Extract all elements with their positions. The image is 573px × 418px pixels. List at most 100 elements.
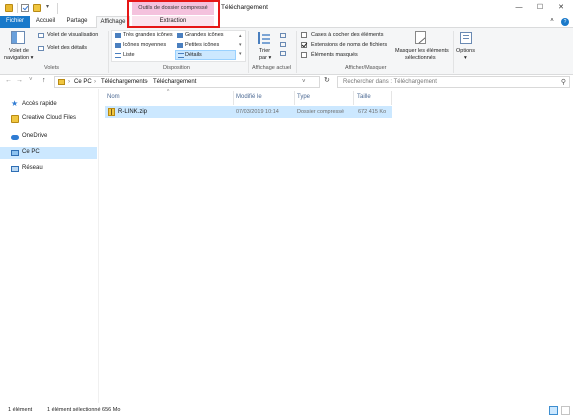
extra-large-icons-label: Très grandes icônes bbox=[123, 32, 173, 38]
column-separator[interactable] bbox=[233, 91, 234, 105]
folder-icon bbox=[58, 79, 65, 85]
contextual-tools-header: Outils de dossier compressé bbox=[132, 2, 214, 15]
address-dropdown-icon[interactable]: ˅ bbox=[302, 79, 306, 85]
list-label: Liste bbox=[123, 52, 135, 58]
group-separator bbox=[108, 31, 109, 73]
search-placeholder: Rechercher dans : Téléchargement bbox=[343, 79, 437, 85]
column-header-name[interactable]: Nom bbox=[107, 94, 120, 100]
tab-extraction[interactable]: Extraction bbox=[132, 16, 214, 28]
group-label-afficher-masquer: Afficher/Masquer bbox=[345, 65, 387, 71]
quick-access-dropdown-icon[interactable]: ▾ bbox=[46, 3, 54, 13]
close-button[interactable]: ✕ bbox=[552, 0, 570, 17]
file-size: 672 415 Ko bbox=[358, 109, 387, 115]
add-columns-icon[interactable] bbox=[280, 42, 286, 47]
navigation-pane: ★ Accès rapide Creative Cloud Files OneD… bbox=[0, 89, 98, 403]
file-name: R-LINK.zip bbox=[118, 109, 148, 115]
group-label-volets: Volets bbox=[44, 65, 59, 71]
tab-partage[interactable]: Partage bbox=[62, 16, 92, 28]
details-view-icon[interactable] bbox=[549, 406, 558, 415]
ribbon-tab-bar: Fichier Accueil Partage Affichage Extrac… bbox=[0, 16, 573, 29]
options-arrow: ▾ bbox=[464, 55, 467, 61]
sidebar-item-label: OneDrive bbox=[22, 133, 48, 139]
refresh-button[interactable]: ↻ bbox=[324, 76, 330, 84]
column-separator[interactable] bbox=[353, 91, 354, 105]
column-header-type[interactable]: Type bbox=[297, 94, 310, 100]
minimize-button[interactable]: — bbox=[510, 0, 528, 17]
hide-selected-label: Masquer les éléments bbox=[395, 48, 449, 54]
group-separator bbox=[248, 31, 249, 73]
nav-pane-icon bbox=[11, 31, 25, 44]
breadcrumb-ce-pc[interactable]: Ce PC bbox=[74, 79, 92, 85]
column-separator[interactable] bbox=[391, 91, 392, 105]
extra-large-icons-icon bbox=[115, 33, 121, 38]
fit-columns-icon[interactable] bbox=[280, 51, 286, 56]
column-header-size[interactable]: Taille bbox=[357, 94, 371, 100]
item-checkboxes-label: Cases à cocher des éléments bbox=[311, 32, 384, 38]
creative-cloud-icon bbox=[11, 115, 19, 123]
details-pane-label: Volet des détails bbox=[47, 45, 88, 51]
pc-icon bbox=[11, 150, 19, 156]
forward-button[interactable]: → bbox=[16, 77, 23, 84]
large-icons-view-icon[interactable] bbox=[561, 406, 570, 415]
group-label-affichage-actuel: Affichage actuel bbox=[252, 65, 292, 71]
status-bar: 1 élément 1 élément sélectionné 656 Mo bbox=[0, 403, 573, 418]
breadcrumb-telechargement[interactable]: Téléchargement bbox=[153, 79, 196, 85]
properties-icon[interactable] bbox=[21, 4, 29, 12]
sidebar-item-creative-cloud-files[interactable]: Creative Cloud Files bbox=[0, 113, 97, 125]
search-icon: ⚲ bbox=[560, 79, 566, 86]
back-button[interactable]: ← bbox=[5, 77, 12, 84]
column-header-modified[interactable]: Modifié le bbox=[236, 94, 262, 100]
path-chevron[interactable]: › bbox=[68, 79, 70, 85]
sort-ascending-icon: ^ bbox=[167, 89, 170, 95]
large-icons-label: Grandes icônes bbox=[185, 32, 224, 38]
list-icon bbox=[115, 53, 121, 58]
preview-pane-label: Volet de visualisation bbox=[47, 32, 99, 38]
details-label: Détails bbox=[185, 52, 202, 58]
sidebar-item-ce-pc[interactable]: Ce PC bbox=[0, 147, 97, 159]
file-list: ^ Nom Modifié le Type Taille R-LINK.zip … bbox=[101, 89, 573, 403]
path-chevron[interactable]: › bbox=[94, 79, 96, 85]
status-item-count: 1 élément bbox=[8, 407, 33, 413]
pane-divider[interactable] bbox=[98, 89, 99, 403]
options-icon bbox=[460, 32, 472, 44]
group-by-icon[interactable] bbox=[280, 33, 286, 38]
star-icon: ★ bbox=[11, 99, 19, 108]
group-separator bbox=[296, 31, 297, 73]
sidebar-item-onedrive[interactable]: OneDrive bbox=[0, 131, 97, 143]
breadcrumb-telechargements[interactable]: Téléchargements bbox=[101, 79, 147, 85]
title-separator bbox=[57, 3, 58, 14]
small-icons-label: Petites icônes bbox=[185, 42, 220, 48]
file-modified: 07/03/2019 10:14 bbox=[236, 109, 279, 115]
sort-by-label-2: par ▾ bbox=[259, 55, 272, 61]
item-checkboxes-checkbox[interactable] bbox=[301, 32, 307, 38]
gallery-scroll[interactable]: ▴ ▾ ▾ bbox=[239, 32, 242, 59]
details-icon bbox=[178, 53, 184, 58]
folder-icon[interactable] bbox=[5, 4, 13, 12]
layout-details[interactable]: Détails bbox=[175, 50, 236, 60]
table-row[interactable]: R-LINK.zip 07/03/2019 10:14 Dossier comp… bbox=[105, 106, 392, 118]
zip-folder-icon bbox=[108, 108, 115, 116]
file-extensions-checkbox[interactable] bbox=[301, 42, 307, 48]
recent-locations-button[interactable]: ˅ bbox=[29, 77, 33, 83]
ribbon-collapse-icon[interactable]: ˄ bbox=[547, 16, 557, 28]
column-separator[interactable] bbox=[294, 91, 295, 105]
hidden-items-checkbox[interactable] bbox=[301, 52, 307, 58]
sidebar-item-reseau[interactable]: Réseau bbox=[0, 163, 97, 175]
small-icons-icon bbox=[177, 43, 183, 48]
sidebar-item-acces-rapide[interactable]: ★ Accès rapide bbox=[0, 99, 97, 111]
tab-fichier[interactable]: Fichier bbox=[0, 16, 30, 28]
preview-pane-icon bbox=[38, 33, 44, 38]
search-input[interactable]: Rechercher dans : Téléchargement ⚲ bbox=[337, 76, 570, 88]
path-chevron[interactable]: › bbox=[146, 79, 148, 85]
group-label-disposition: Disposition bbox=[163, 65, 190, 71]
details-pane-icon bbox=[38, 46, 44, 51]
address-bar: ← → ˅ ↑ › Ce PC › Téléchargements › Télé… bbox=[0, 75, 573, 89]
medium-icons-label: Icônes moyennes bbox=[123, 42, 167, 48]
sidebar-item-label: Accès rapide bbox=[22, 101, 57, 107]
hide-selected-icon bbox=[415, 31, 426, 44]
up-button[interactable]: ↑ bbox=[42, 77, 46, 84]
maximize-button[interactable]: ☐ bbox=[531, 0, 549, 17]
new-folder-icon[interactable] bbox=[33, 4, 41, 12]
address-field[interactable]: › Ce PC › Téléchargements › Téléchargeme… bbox=[54, 76, 320, 88]
tab-accueil[interactable]: Accueil bbox=[31, 16, 60, 28]
